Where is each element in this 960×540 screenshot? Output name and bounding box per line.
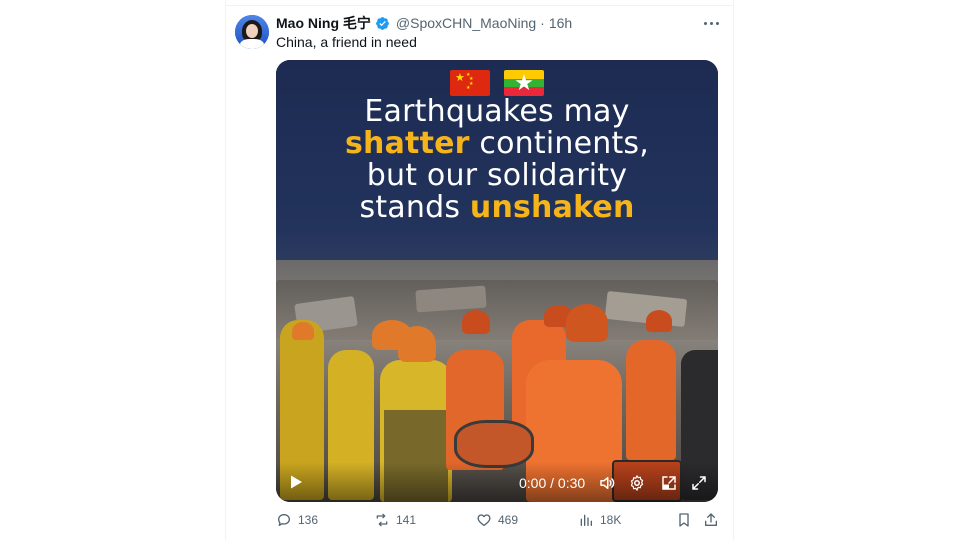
headline-highlight-unshaken: unshaken [469,190,635,225]
previous-tweet-edge [226,0,733,6]
reply-icon [278,514,290,526]
headline-line-2-rest: continents, [469,126,649,161]
video-timecode: 0:00 / 0:30 [519,475,586,491]
share-icon [705,513,717,526]
play-icon[interactable] [288,474,304,490]
timeline-border-right [733,0,734,540]
myanmar-flag-icon: ★ [504,70,544,96]
bookmark-button[interactable] [676,512,692,528]
like-button[interactable]: 469 [476,512,518,528]
views-button[interactable]: 18K [578,512,621,528]
settings-gear-icon[interactable] [628,474,646,492]
bookmark-icon [679,513,689,527]
more-options-icon[interactable] [702,14,720,32]
share-button[interactable] [703,512,719,528]
tweet-header: Mao Ning 毛宁 @SpoxCHN_MaoNing · 16h [276,14,572,32]
flags-row: ★ ★ ★ ★ ★ ★ [276,70,718,96]
fullscreen-icon[interactable] [690,474,708,492]
timeline-border-left [225,0,226,540]
tweet-actions-bar: 136 141 469 18K [276,512,720,532]
repost-count: 141 [396,513,417,527]
headline-line-4-rest: stands [359,190,470,225]
author-handle[interactable]: @SpoxCHN_MaoNing [396,15,536,31]
tweet-timestamp[interactable]: 16h [549,15,572,31]
china-flag-icon: ★ ★ ★ ★ ★ [450,70,490,96]
video-headline: Earthquakes may shatter continents, but … [276,96,718,224]
headline-highlight-shatter: shatter [345,126,470,161]
repost-button[interactable]: 141 [374,512,416,528]
heart-icon [477,514,491,526]
video-controls: 0:00 / 0:30 [276,462,718,502]
separator-dot: · [540,15,545,31]
headline-line-1: Earthquakes may [364,94,630,129]
video-player[interactable]: ★ ★ ★ ★ ★ ★ Earthquakes may shatter cont… [276,60,718,502]
avatar[interactable] [235,15,269,49]
author-name[interactable]: Mao Ning 毛宁 [276,13,371,33]
view-count: 18K [600,513,622,527]
tweet-page: Mao Ning 毛宁 @SpoxCHN_MaoNing · 16h China… [0,0,960,540]
analytics-icon [580,514,592,526]
repost-icon [376,513,388,527]
headline-line-3: but our solidarity [366,158,628,193]
reply-button[interactable]: 136 [276,512,318,528]
tweet-text: China, a friend in need [276,34,417,50]
reply-count: 136 [298,513,319,527]
picture-in-picture-icon[interactable] [660,474,678,492]
like-count: 469 [498,513,519,527]
headline-line-2: shatter continents, [276,128,718,160]
headline-line-4: stands unshaken [276,192,718,224]
verified-badge-icon [375,16,389,30]
volume-icon[interactable] [598,474,616,492]
